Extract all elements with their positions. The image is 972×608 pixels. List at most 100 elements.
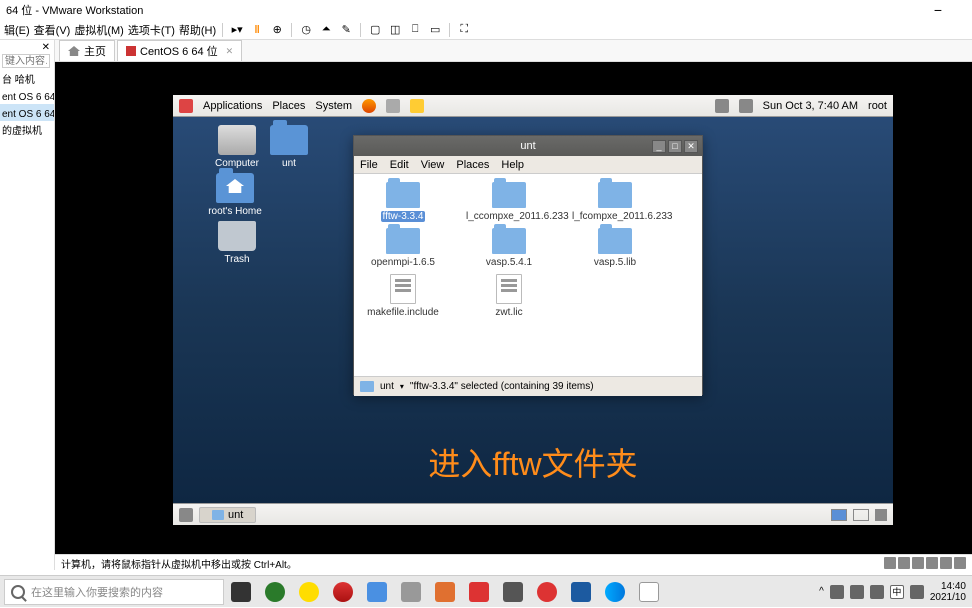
tool-icon[interactable]: ⏶ [318,22,334,38]
close-tab-icon[interactable]: ✕ [226,46,234,57]
menu-vm[interactable]: 虚拟机(M) [74,22,124,38]
file-item[interactable]: fftw-3.3.4 [360,180,446,222]
file-item[interactable]: zwt.lic [466,272,552,318]
fm-icon-view[interactable]: fftw-3.3.4 l_ccompxe_2011.6.233 l_fcompxe_… [354,174,702,376]
minimize-button[interactable]: _ [652,140,666,153]
view-icon[interactable]: ◫ [387,22,403,38]
menu-edit[interactable]: 辑(E) [4,22,30,38]
file-item[interactable]: l_ccompxe_2011.6.233 [466,180,552,222]
fm-menu-help[interactable]: Help [501,159,524,171]
view-icon[interactable]: ▭ [427,22,443,38]
tool-icon[interactable]: ◷ [298,22,314,38]
menu-view[interactable]: 查看(V) [34,22,71,38]
taskbar-app[interactable] [360,576,394,608]
clock-text[interactable]: Sun Oct 3, 7:40 AM [763,100,858,112]
tab-vm[interactable]: CentOS 6 64 位 ✕ [117,40,242,61]
taskbar-app[interactable] [428,576,462,608]
taskbar-app[interactable] [326,576,360,608]
tray-chevron-icon[interactable]: ^ [819,586,824,597]
sidebar-item[interactable]: 的虚拟机 [0,121,54,138]
taskbar-item-unt[interactable]: unt [199,507,256,523]
fm-location[interactable]: unt [380,381,394,392]
device-icon[interactable] [954,557,966,569]
menu-applications[interactable]: Applications [203,100,262,112]
play-button[interactable]: ▸▾ [229,22,245,38]
snapshot-button[interactable]: ⊕ [269,22,285,38]
ime-icon[interactable]: 中 [890,585,904,599]
fm-menu-view[interactable]: View [421,159,445,171]
fm-menu-file[interactable]: File [360,159,378,171]
close-button[interactable]: ✕ [684,140,698,153]
device-icon[interactable] [940,557,952,569]
notes-icon[interactable] [410,99,424,113]
user-label[interactable]: root [868,100,887,112]
firefox-icon[interactable] [362,99,376,113]
maximize-button[interactable]: □ [668,140,682,153]
sidebar-item[interactable]: 台 哈机 [0,70,54,87]
file-item[interactable]: vasp.5.lib [572,226,658,268]
device-icon[interactable] [912,557,924,569]
windows-search[interactable]: 在这里输入你要搜索的内容 [4,579,224,605]
fm-menu-places[interactable]: Places [456,159,489,171]
vm-device-tray [884,557,966,569]
gnome-foot-icon[interactable] [179,99,193,113]
desktop-trash[interactable]: Trash [207,221,267,265]
library-search[interactable] [2,54,50,68]
folder-icon [492,228,526,254]
fm-menu-edit[interactable]: Edit [390,159,409,171]
trash-applet-icon[interactable] [875,509,887,521]
taskbar-app[interactable] [530,576,564,608]
taskbar-app[interactable] [598,576,632,608]
taskbar-app[interactable] [632,576,666,608]
tray-icon[interactable] [910,585,924,599]
tray-icon[interactable] [870,585,884,599]
close-icon[interactable]: ✕ [42,42,50,53]
tray-icon[interactable] [830,585,844,599]
desktop-home[interactable]: root's Home [198,173,272,217]
menu-system[interactable]: System [315,100,352,112]
volume-icon[interactable] [715,99,729,113]
menu-help[interactable]: 帮助(H) [179,22,216,38]
task-view-button[interactable] [224,576,258,608]
desktop-computer[interactable]: Computer [207,125,267,169]
tool-icon[interactable]: ✎ [338,22,354,38]
workspace-2[interactable] [853,509,869,521]
sidebar-item[interactable]: ent OS 6 64 位 [0,87,54,104]
file-item[interactable]: l_fcompxe_2011.6.233 [572,180,658,222]
tray-icon[interactable] [850,585,864,599]
file-item[interactable]: vasp.5.4.1 [466,226,552,268]
file-label: l_fcompxe_2011.6.233 [572,211,658,222]
fullscreen-icon[interactable]: ⛶ [456,22,472,38]
pause-button[interactable]: ‖ [249,22,265,38]
file-item[interactable]: openmpi-1.6.5 [360,226,446,268]
taskbar-app[interactable] [496,576,530,608]
tab-home[interactable]: 主页 [59,40,115,61]
device-icon[interactable] [884,557,896,569]
taskbar-app[interactable] [564,576,598,608]
app-launcher-icon[interactable] [386,99,400,113]
menu-tabs[interactable]: 选项卡(T) [128,22,175,38]
sidebar-item[interactable]: ent OS 6 64 位 [0,104,54,121]
view-icon[interactable]: ⎕ [407,22,423,38]
trash-icon [218,221,256,251]
view-icon[interactable]: ▢ [367,22,383,38]
device-icon[interactable] [926,557,938,569]
file-label: openmpi-1.6.5 [360,257,446,268]
taskbar-app[interactable] [462,576,496,608]
chevron-down-icon[interactable]: ▾ [400,382,404,391]
fm-titlebar[interactable]: unt _ □ ✕ [354,136,702,156]
taskbar-clock[interactable]: 14:40 2021/10 [930,581,966,603]
vm-display[interactable]: Applications Places System Sun Oct 3, 7:… [55,62,972,570]
workspace-1[interactable] [831,509,847,521]
taskbar-app[interactable] [292,576,326,608]
menu-places[interactable]: Places [272,100,305,112]
taskbar-app[interactable] [258,576,292,608]
desktop-folder-unt[interactable]: unt [259,125,319,169]
taskbar-app[interactable] [394,576,428,608]
minimize-icon[interactable]: − [934,2,942,18]
file-label: vasp.5.4.1 [466,257,552,268]
network-icon[interactable] [739,99,753,113]
show-desktop-icon[interactable] [179,508,193,522]
file-item[interactable]: makefile.include [360,272,446,318]
device-icon[interactable] [898,557,910,569]
